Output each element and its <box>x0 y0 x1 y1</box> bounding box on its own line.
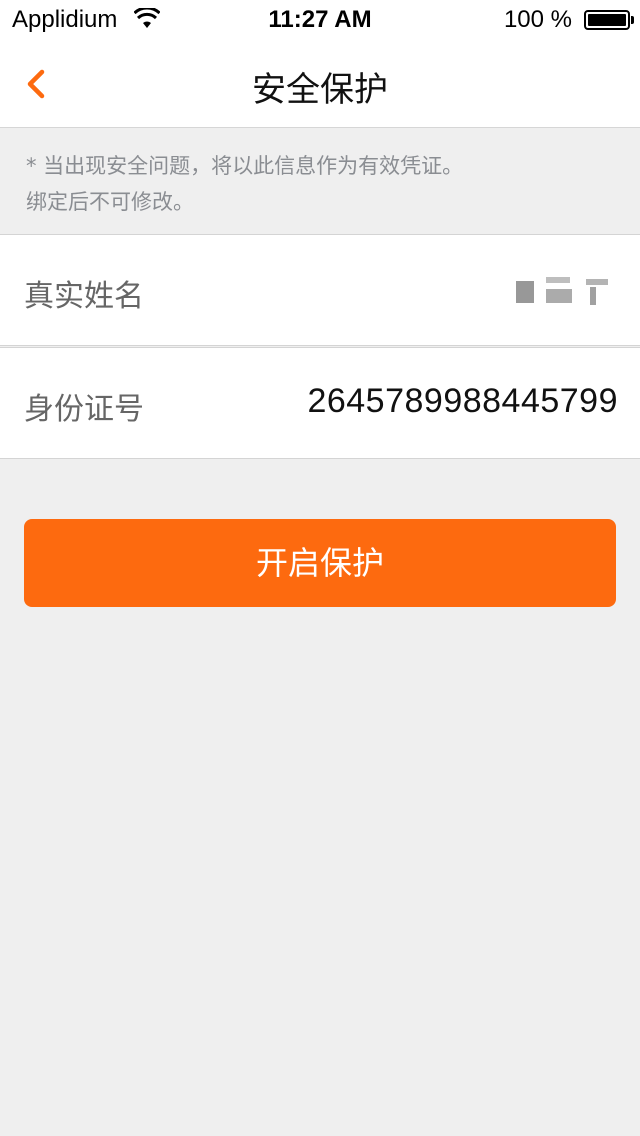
notice-line-1: * 当出现安全问题，将以此信息作为有效凭证。 <box>26 154 464 178</box>
notice-line-2: 绑定后不可修改。 <box>26 190 194 214</box>
id-number-label: 身份证号 <box>24 392 144 427</box>
real-name-value-redacted <box>516 273 616 307</box>
battery-percent: 100 % <box>503 6 572 33</box>
id-number-value: 2645789988445799 <box>307 382 618 420</box>
enable-protection-button[interactable]: 开启保护 <box>24 519 616 607</box>
real-name-label: 真实姓名 <box>24 279 144 314</box>
nav-bar: 安全保护 <box>0 40 640 128</box>
security-notice: * 当出现安全问题，将以此信息作为有效凭证。 绑定后不可修改。 <box>0 128 640 234</box>
battery-icon <box>584 10 634 30</box>
id-number-row[interactable]: 身份证号 2645789988445799 <box>0 347 640 459</box>
real-name-row[interactable]: 真实姓名 <box>0 234 640 346</box>
page-title: 安全保护 <box>252 70 388 110</box>
status-bar: Applidium 11:27 AM 100 % <box>0 0 640 40</box>
